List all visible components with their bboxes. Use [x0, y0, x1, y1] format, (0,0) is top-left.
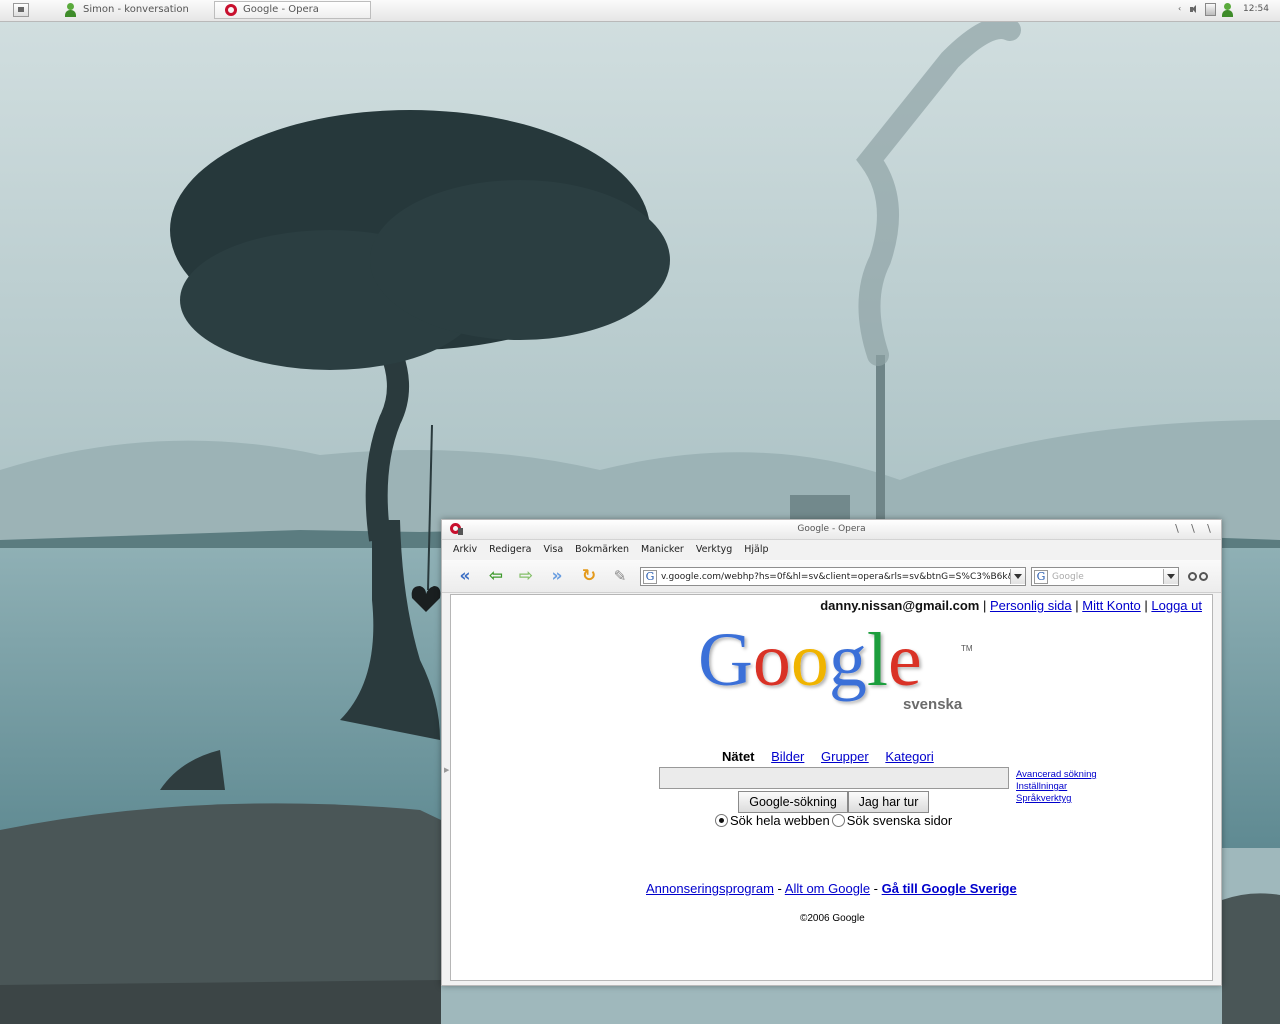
voice-glasses-icon[interactable] [1187, 568, 1211, 584]
feeling-lucky-button[interactable]: Jag har tur [848, 791, 929, 813]
address-bar[interactable]: G v.google.com/webhp?hs=0f&hl=sv&client=… [640, 567, 1026, 586]
opera-icon [450, 523, 463, 535]
link-logout[interactable]: Logga ut [1151, 598, 1202, 613]
person-icon [64, 3, 77, 17]
radio-whole-web[interactable] [715, 814, 728, 827]
footer-separator: - [873, 881, 879, 896]
search-query-input[interactable] [659, 767, 1009, 789]
menu-arkiv[interactable]: Arkiv [453, 544, 477, 555]
network-icon[interactable] [1205, 3, 1216, 16]
google-logo: Google TM svenska [698, 623, 973, 713]
google-favicon-icon: G [1034, 569, 1048, 584]
search-input[interactable]: Google [1052, 572, 1163, 582]
edit-pen-icon[interactable]: ✎ [609, 566, 631, 586]
tab-directory[interactable]: Kategori [885, 749, 933, 764]
volume-icon[interactable] [1190, 3, 1197, 17]
logo-letter: o [753, 623, 791, 702]
menu-visa[interactable]: Visa [543, 544, 563, 555]
search-engine-dropdown-button[interactable] [1163, 569, 1178, 584]
show-desktop-button[interactable] [13, 3, 29, 17]
taskbar-task-label: Google - Opera [243, 4, 319, 15]
close-button[interactable]: \ [1203, 522, 1215, 536]
logo-letter: o [791, 623, 829, 702]
back-arrow-icon[interactable]: ⇦ [485, 566, 507, 586]
link-advertising[interactable]: Annonseringsprogram [646, 881, 774, 896]
footer-links: Annonseringsprogram - Allt om Google - G… [646, 881, 1017, 896]
menu-verktyg[interactable]: Verktyg [696, 544, 732, 555]
menu-bar: Arkiv Redigera Visa Bokmärken Manicker V… [442, 539, 1221, 559]
search-box[interactable]: G Google [1031, 567, 1179, 586]
fast-forward-icon[interactable]: » [546, 566, 568, 586]
user-bar: danny.nissan@gmail.com | Personlig sida … [820, 598, 1202, 613]
taskbar-task-label: Simon - konversation [83, 4, 189, 15]
rewind-icon[interactable]: « [454, 566, 476, 586]
tab-images[interactable]: Bilder [771, 749, 804, 764]
person-icon [1221, 3, 1234, 17]
search-scope-radios: Sök hela webben Sök svenska sidor [715, 813, 952, 828]
minimize-button[interactable]: \ [1171, 522, 1183, 536]
google-logo-text: Google [698, 623, 922, 702]
radio-swedish-pages[interactable] [831, 814, 845, 827]
address-input[interactable]: v.google.com/webhp?hs=0f&hl=sv&client=op… [661, 572, 1010, 582]
menu-manicker[interactable]: Manicker [641, 544, 684, 555]
menu-hjalp[interactable]: Hjälp [744, 544, 768, 555]
link-preferences[interactable]: Inställningar [1016, 781, 1097, 793]
reload-icon[interactable]: ↻ [578, 566, 600, 586]
system-clock[interactable]: 12:54 [1243, 4, 1269, 14]
link-about-google[interactable]: Allt om Google [785, 881, 870, 896]
logo-letter: g [829, 623, 867, 702]
taskbar-task-opera[interactable]: Google - Opera [214, 1, 371, 19]
link-language-tools[interactable]: Språkverktyg [1016, 793, 1097, 805]
menu-bokmarken[interactable]: Bokmärken [575, 544, 629, 555]
tab-groups[interactable]: Grupper [821, 749, 869, 764]
opera-icon [225, 4, 237, 16]
copyright-text: ©2006 Google [800, 913, 865, 924]
taskbar-task-simon[interactable]: Simon - konversation [60, 1, 208, 19]
address-dropdown-button[interactable] [1010, 569, 1025, 584]
panel-toggle-arrow-icon[interactable]: ▶ [444, 766, 449, 774]
tray-expand-arrow-icon[interactable]: ‹ [1178, 4, 1181, 18]
maximize-button[interactable]: \ [1187, 522, 1199, 536]
logo-letter: l [867, 623, 888, 702]
link-personal-page[interactable]: Personlig sida [990, 598, 1072, 613]
logo-trademark: TM [961, 644, 973, 653]
search-options-links: Avancerad sökning Inställningar Språkver… [1016, 769, 1097, 805]
link-google-sweden[interactable]: Gå till Google Sverige [882, 881, 1017, 896]
navigation-toolbar: « ⇦ ⇨ » ↻ ✎ G v.google.com/webhp?hs=0f&h… [442, 560, 1221, 593]
taskbar: Simon - konversation Google - Opera ‹ 12… [0, 0, 1280, 22]
messenger-status-icon[interactable] [1221, 3, 1234, 17]
logo-letter: e [888, 623, 922, 702]
user-email: danny.nissan@gmail.com [820, 598, 980, 613]
footer-separator: - [777, 881, 782, 896]
google-favicon-icon: G [643, 569, 657, 584]
logo-subtitle: svenska [903, 696, 963, 713]
forward-arrow-icon[interactable]: ⇨ [515, 566, 537, 586]
logo-letter: G [698, 623, 753, 702]
radio-label: Sök hela webben [730, 813, 830, 828]
web-page: danny.nissan@gmail.com | Personlig sida … [450, 594, 1213, 981]
window-title: Google - Opera [797, 524, 866, 534]
window-titlebar[interactable]: Google - Opera \ \ \ [442, 520, 1221, 540]
link-advanced-search[interactable]: Avancerad sökning [1016, 769, 1097, 781]
link-my-account[interactable]: Mitt Konto [1082, 598, 1141, 613]
radio-label: Sök svenska sidor [846, 813, 953, 828]
google-search-button[interactable]: Google-sökning [738, 791, 848, 813]
menu-redigera[interactable]: Redigera [489, 544, 531, 555]
tab-web: Nätet [722, 749, 755, 764]
opera-window: Google - Opera \ \ \ Arkiv Redigera Visa… [441, 519, 1222, 986]
search-tabs: Nätet Bilder Grupper Kategori [722, 749, 947, 764]
